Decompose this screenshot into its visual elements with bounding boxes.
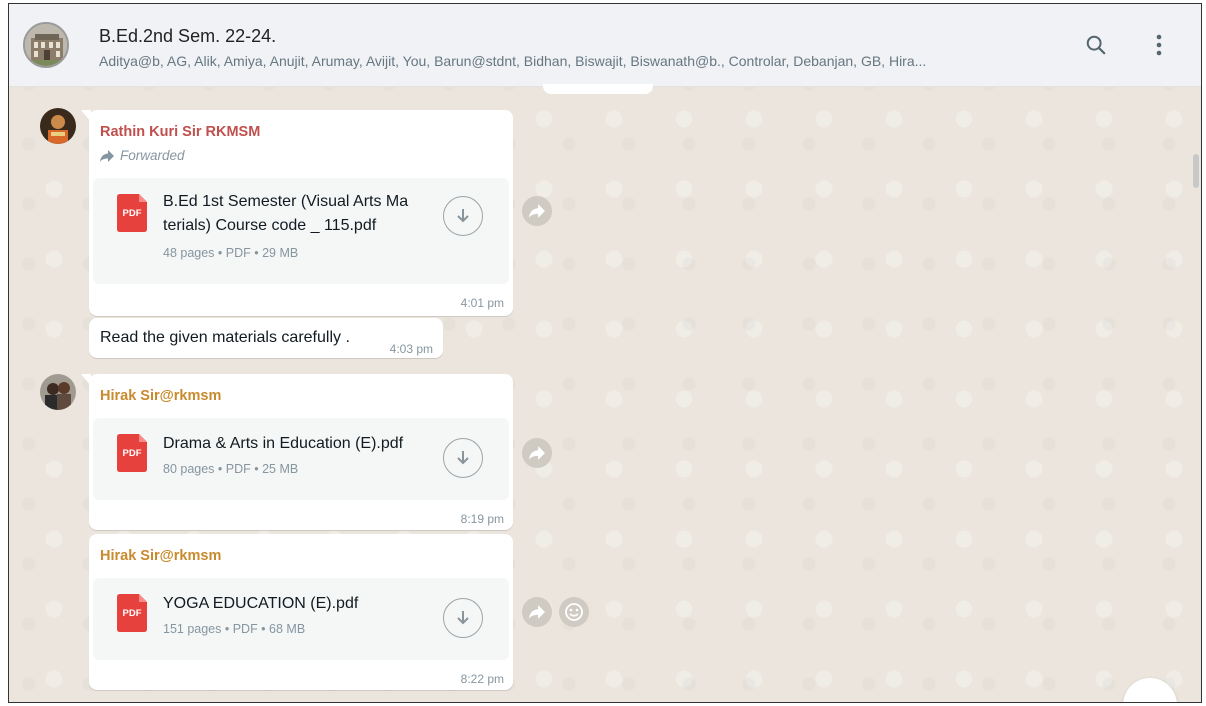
pdf-file-icon: PDF (117, 594, 147, 632)
pdf-label: PDF (122, 608, 142, 619)
sender-avatar[interactable] (40, 374, 76, 410)
pdf-file-icon: PDF (117, 194, 147, 232)
chat-header[interactable]: B.Ed.2nd Sem. 22-24. Aditya@b, AG, Alik,… (9, 4, 1201, 87)
message-text: Read the given materials carefully . (100, 329, 350, 346)
sender-name[interactable]: Rathin Kuri Sir RKMSM (100, 124, 260, 140)
pdf-label: PDF (122, 448, 142, 459)
share-arrow-icon (529, 204, 545, 218)
message-time: 8:22 pm (460, 672, 504, 686)
forwarded-label: Forwarded (100, 148, 185, 163)
share-arrow-icon (529, 446, 545, 460)
document-name[interactable]: YOGA EDUCATION (E).pdf (163, 592, 437, 616)
forward-button[interactable] (522, 438, 552, 468)
message-time: 4:03 pm (389, 342, 433, 356)
forward-button[interactable] (522, 196, 552, 226)
download-arrow-icon (457, 209, 469, 223)
document-meta: 48 pages • PDF • 29 MB (163, 246, 299, 260)
pdf-label: PDF (122, 208, 142, 219)
chat-scrollbar[interactable] (1193, 154, 1199, 188)
previous-message-edge (543, 84, 653, 94)
message-time: 8:19 pm (460, 512, 504, 526)
group-name[interactable]: B.Ed.2nd Sem. 22-24. (99, 26, 276, 47)
share-arrow-icon (529, 605, 545, 619)
download-button[interactable] (443, 438, 483, 478)
document-attachment[interactable]: PDF YOGA EDUCATION (E).pdf 151 pages • P… (93, 578, 509, 660)
forward-arrow-icon (100, 149, 114, 162)
react-emoji-button[interactable] (559, 597, 589, 627)
menu-icon[interactable] (1144, 30, 1174, 60)
document-meta: 151 pages • PDF • 68 MB (163, 622, 306, 636)
building-photo-icon (25, 24, 67, 66)
message-bubble-document[interactable]: Rathin Kuri Sir RKMSM Forwarded PDF B.Ed… (81, 110, 513, 316)
pdf-file-icon: PDF (117, 434, 147, 472)
sender-avatar[interactable] (40, 108, 76, 144)
search-icon[interactable] (1081, 30, 1111, 60)
forward-button[interactable] (522, 597, 552, 627)
document-attachment[interactable]: PDF Drama & Arts in Education (E).pdf 80… (93, 418, 509, 500)
group-avatar[interactable] (23, 22, 69, 68)
smiley-icon (565, 603, 583, 621)
chat-window: B.Ed.2nd Sem. 22-24. Aditya@b, AG, Alik,… (8, 3, 1202, 703)
group-members-list[interactable]: Aditya@b, AG, Alik, Amiya, Anujit, Aruma… (99, 53, 1059, 69)
document-attachment[interactable]: PDF B.Ed 1st Semester (Visual Arts Ma te… (93, 178, 509, 284)
document-name[interactable]: Drama & Arts in Education (E).pdf (163, 432, 437, 456)
message-time: 4:01 pm (460, 296, 504, 310)
sender-name[interactable]: Hirak Sir@rkmsm (100, 388, 221, 404)
document-name[interactable]: B.Ed 1st Semester (Visual Arts Ma terial… (163, 190, 437, 238)
message-bubble-document[interactable]: Hirak Sir@rkmsm PDF Drama & Arts in Educ… (81, 374, 513, 530)
download-button[interactable] (443, 196, 483, 236)
forwarded-text: Forwarded (120, 148, 185, 163)
download-button[interactable] (443, 598, 483, 638)
download-arrow-icon (457, 611, 469, 625)
message-bubble-text[interactable]: Read the given materials carefully . 4:0… (89, 318, 443, 358)
document-name-line-2: terials) Course code _ 115.pdf (163, 217, 377, 234)
sender-name[interactable]: Hirak Sir@rkmsm (100, 548, 221, 564)
message-bubble-document[interactable]: Hirak Sir@rkmsm PDF YOGA EDUCATION (E).p… (89, 534, 513, 690)
document-meta: 80 pages • PDF • 25 MB (163, 462, 299, 476)
download-arrow-icon (457, 451, 469, 465)
document-name-line-1: B.Ed 1st Semester (Visual Arts Ma (163, 193, 409, 210)
